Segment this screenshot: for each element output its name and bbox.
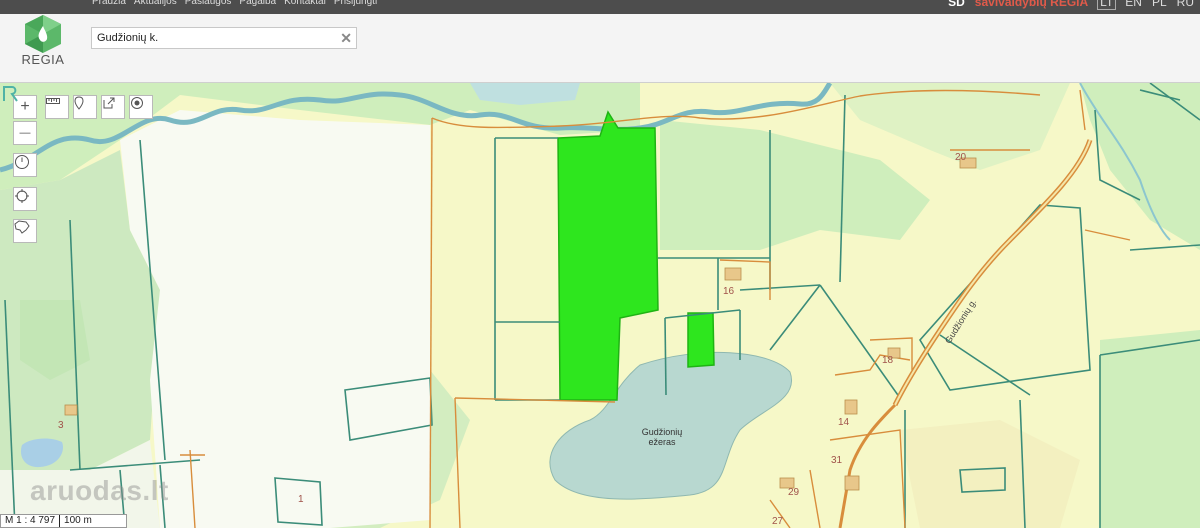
marker-button[interactable]: [73, 95, 97, 119]
scale-bar: M 1 : 4 797 100 m: [0, 514, 128, 528]
parcel-number: 1: [298, 494, 304, 505]
language-lt[interactable]: LT: [1097, 0, 1117, 10]
language-ru[interactable]: RU: [1177, 0, 1194, 9]
ruler-button[interactable]: [45, 95, 69, 119]
parcel-number: 16: [723, 286, 735, 297]
regia-corner-icon: [3, 86, 18, 102]
scale-distance: 100 m: [59, 515, 126, 527]
parcel-number: 27: [772, 516, 784, 527]
locate-button[interactable]: [129, 95, 153, 119]
crosshair-icon: [15, 189, 29, 203]
nav-link[interactable]: Kontaktai: [284, 0, 326, 9]
service-brand[interactable]: savivaldybių REGIA: [975, 0, 1088, 9]
clock-icon: [15, 155, 29, 169]
language-en[interactable]: EN: [1125, 0, 1142, 9]
coordinates-button[interactable]: [13, 187, 37, 211]
parcel-number: 20: [955, 152, 967, 163]
share-icon: [103, 97, 115, 109]
nav-link[interactable]: Prisijungti: [334, 0, 377, 9]
zoom-out-button[interactable]: —: [13, 121, 37, 145]
locate-icon: [131, 97, 143, 109]
regia-logo[interactable]: REGIA: [20, 14, 66, 80]
history-button[interactable]: [13, 153, 37, 177]
scale-ratio: M 1 : 4 797: [5, 515, 56, 526]
region-button[interactable]: [13, 219, 37, 243]
service-code: SD: [948, 0, 965, 9]
parcel-number: 18: [882, 355, 894, 366]
parcel-number: 31: [831, 455, 843, 466]
watermark-logo: aruodas.lt: [30, 475, 169, 506]
lake-name: Gudžionių: [641, 427, 683, 437]
top-navigation-bar: Pradžia Aktualijos Paslaugos Pagalba Kon…: [0, 0, 1200, 14]
nav-link[interactable]: Aktualijos: [134, 0, 177, 9]
parcel-number: 3: [58, 420, 64, 431]
language-pl[interactable]: PL: [1152, 0, 1167, 9]
parcel-number: 14: [838, 417, 850, 428]
forest-area: [1100, 330, 1200, 528]
highlighted-parcel: [687, 312, 715, 368]
parcel-number: 29: [788, 487, 800, 498]
lake-suffix: ežeras: [648, 437, 676, 447]
search-input[interactable]: Gudžionių k. ✕: [91, 27, 357, 49]
regia-logo-icon: [25, 15, 61, 53]
marker-icon: [74, 96, 84, 110]
top-nav-links: Pradžia Aktualijos Paslaugos Pagalba Kon…: [92, 0, 377, 9]
map-view[interactable]: 20 16 18 3 14 31 29 27 1 Gudžionių ežera…: [0, 83, 1200, 528]
share-button[interactable]: [101, 95, 125, 119]
shape-icon: [14, 220, 30, 234]
nav-link[interactable]: Paslaugos: [185, 0, 232, 9]
clear-search-icon[interactable]: ✕: [340, 30, 352, 47]
nav-link[interactable]: Pagalba: [239, 0, 276, 9]
nav-link[interactable]: Pradžia: [92, 0, 126, 9]
header: REGIA Gudžionių k. ✕: [0, 14, 1200, 83]
map-canvas[interactable]: [0, 83, 1200, 528]
logo-text: REGIA: [21, 52, 65, 67]
search-value: Gudžionių k.: [97, 32, 159, 44]
ruler-icon: [46, 98, 60, 104]
open-area: [120, 110, 430, 528]
top-right-area: SD savivaldybių REGIA LT EN PL RU: [948, 0, 1194, 10]
lake-name-label: Gudžionių ežeras: [632, 427, 692, 447]
